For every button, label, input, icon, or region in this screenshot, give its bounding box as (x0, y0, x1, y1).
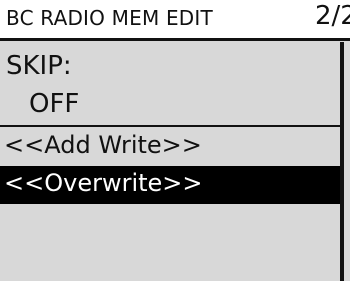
menu-item-label: <<Overwrite>> (4, 169, 203, 197)
skip-setting-value[interactable]: OFF (29, 89, 79, 119)
title-divider (0, 38, 350, 41)
menu-divider (0, 125, 340, 127)
menu-item-add-write[interactable]: <<Add Write>> (0, 128, 340, 166)
skip-setting-label: SKIP: (6, 51, 72, 81)
menu-item-label: <<Add Write>> (4, 131, 202, 159)
title-bar: BC RADIO MEM EDIT 2/2 (0, 0, 350, 38)
lcd-screen: BC RADIO MEM EDIT 2/2 SKIP: OFF <<Add Wr… (0, 0, 350, 281)
page-indicator: 2/2 (315, 1, 350, 31)
menu-item-overwrite[interactable]: <<Overwrite>> (0, 166, 340, 204)
screen-title: BC RADIO MEM EDIT (6, 6, 213, 30)
scrollbar[interactable] (340, 42, 344, 281)
